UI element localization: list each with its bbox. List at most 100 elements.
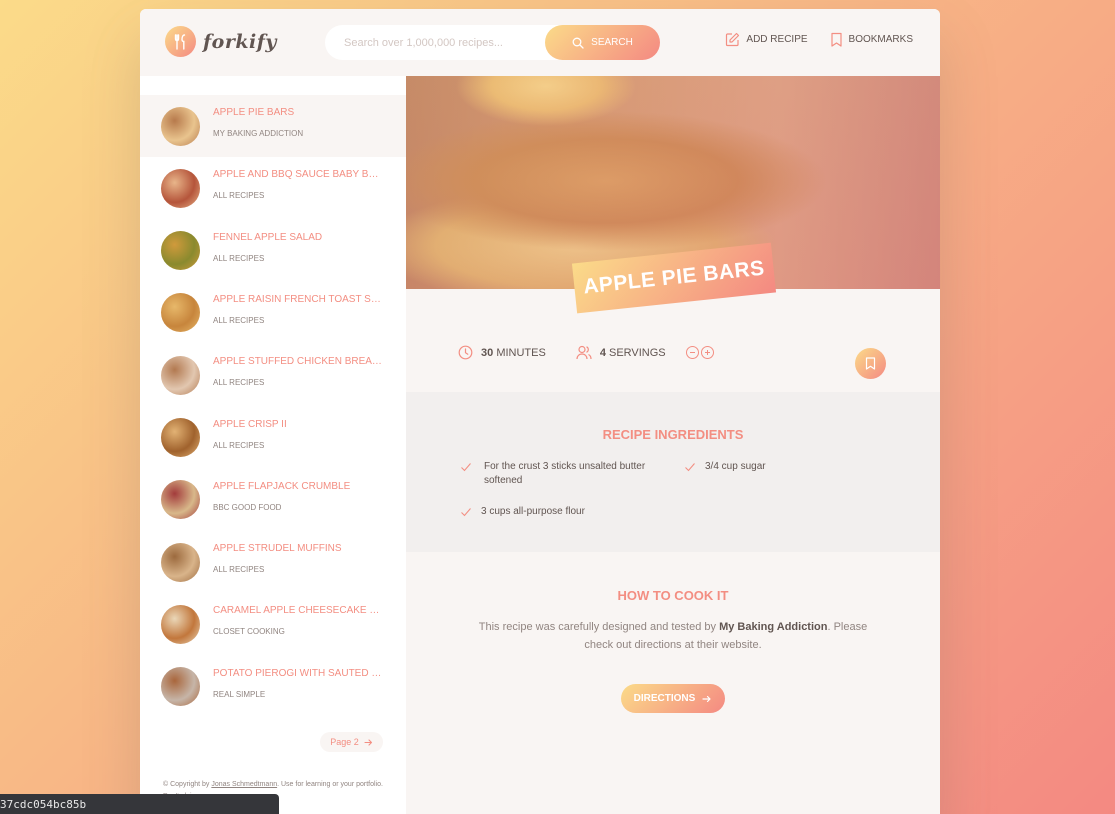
clock-icon [458,345,473,360]
how-heading: HOW TO COOK IT [617,588,729,603]
servings-buttons [685,346,714,359]
search-input[interactable] [344,36,554,49]
result-publisher: ALL RECIPES [213,378,265,388]
search-button[interactable]: SEARCH [545,25,660,60]
result-thumbnail [161,418,200,457]
directions-button[interactable]: DIRECTIONS [621,684,725,713]
result-thumbnail [161,106,200,146]
servings-unit: SERVINGS [609,346,666,359]
add-recipe-label: ADD RECIPE [746,34,808,45]
result-publisher: REAL SIMPLE [213,689,266,699]
cooking-time-unit: MINUTES [496,346,546,359]
search-icon [572,37,584,49]
directions-label: DIRECTIONS [633,693,696,704]
minus-icon [689,352,695,353]
recipe-publisher: My Baking Addiction [719,621,828,633]
logo[interactable]: forkify [165,26,277,57]
result-title: APPLE CRISP II [213,418,287,430]
servings-value: 4 [599,346,606,359]
users-icon [576,345,592,360]
result-title: CARAMEL APPLE CHEESECAKE B... [213,605,383,617]
bookmarks-label: BOOKMARKS [848,34,913,45]
result-publisher: ALL RECIPES [213,253,265,263]
result-thumbnail [161,542,200,582]
ingredient-item: 3/4 cup sugar [684,460,884,474]
copyright-prefix: © Copyright by [163,781,212,788]
recipe-details: 30 MINUTES 4 SERVINGS [458,345,714,360]
result-thumbnail [161,667,200,707]
ingredient-item: For the crust 3 sticks unsalted butter s… [460,460,675,488]
result-title: APPLE AND BBQ SAUCE BABY BA... [213,169,383,181]
result-title: APPLE FLAPJACK CRUMBLE [213,480,351,492]
next-page-button[interactable]: Page 2 [320,732,383,752]
result-title: APPLE STUFFED CHICKEN BREAST [213,356,383,368]
bookmark-icon [865,357,876,370]
status-bar: 37cdc054bc85b [0,794,279,814]
search-result-item[interactable]: APPLE CRISP II ALL RECIPES [140,407,406,469]
ingredients-heading: RECIPE INGREDIENTS [602,427,744,442]
search-form: SEARCH [325,25,660,60]
decrease-servings-button[interactable] [685,346,699,359]
how-to-cook: HOW TO COOK IT This recipe was carefully… [406,552,940,814]
result-publisher: ALL RECIPES [213,565,265,575]
header: forkify SEARCH ADD RECIPE [140,9,940,76]
status-url: 37cdc054bc85b [0,797,87,811]
ingredient-text: 3/4 cup sugar [705,461,766,472]
bookmark-recipe-button[interactable] [855,348,886,379]
check-icon [461,508,471,517]
result-title: FENNEL APPLE SALAD [213,231,323,243]
result-thumbnail [161,168,200,208]
recipe: APPLE PIE BARS 30 MINUTES 4 SERVINGS REC… [406,76,940,814]
result-thumbnail [161,293,200,333]
directions-prefix: This recipe was carefully designed and t… [478,621,720,633]
recipe-ingredients: RECIPE INGREDIENTS For the crust 3 stick… [406,392,940,552]
result-publisher: CLOSET COOKING [213,627,285,637]
result-publisher: BBC GOOD FOOD [213,502,282,512]
result-thumbnail [161,355,200,395]
plus-icon [704,350,710,355]
directions-text: This recipe was carefully designed and t… [471,618,875,654]
arrow-right-icon [702,695,711,702]
servings: 4 SERVINGS [576,345,714,360]
result-publisher: ALL RECIPES [213,191,265,201]
result-title: APPLE STRUDEL MUFFINS [213,543,342,555]
search-result-item[interactable]: CARAMEL APPLE CHEESECAKE B... CLOSET COOK… [140,593,406,655]
cooking-time-value: 30 [481,346,494,359]
search-result-item[interactable]: APPLE RAISIN FRENCH TOAST ST... ALL RECIP… [140,282,406,344]
search-result-item[interactable]: APPLE STRUDEL MUFFINS ALL RECIPES [140,531,406,593]
result-title: POTATO PIEROGI WITH SAUTED C... [213,667,383,679]
check-icon [685,463,695,472]
ingredient-text: For the crust 3 sticks unsalted butter s… [484,461,646,486]
result-publisher: ALL RECIPES [213,440,265,450]
search-result-item[interactable]: APPLE FLAPJACK CRUMBLE BBC GOOD FOOD [140,469,406,531]
ingredient-item: 3 cups all-purpose flour [460,505,675,519]
check-icon [461,463,471,472]
search-result-item[interactable]: APPLE PIE BARS MY BAKING ADDICTION [140,95,406,157]
arrow-right-icon [364,738,372,746]
bookmark-icon [830,32,842,47]
bookmarks-button[interactable]: BOOKMARKS [830,32,913,47]
recipe-title-text: APPLE PIE BARS [582,256,766,299]
add-recipe-button[interactable]: ADD RECIPE [725,32,808,47]
result-publisher: MY BAKING ADDICTION [213,129,304,138]
search-result-item[interactable]: POTATO PIEROGI WITH SAUTED C... REAL SIMP… [140,656,406,718]
result-thumbnail [161,480,200,520]
nav: ADD RECIPE BOOKMARKS [725,32,913,47]
search-result-item[interactable]: APPLE AND BBQ SAUCE BABY BA... ALL RECIPE… [140,157,406,219]
ingredient-text: 3 cups all-purpose flour [481,506,585,517]
logo-text: forkify [203,30,277,53]
result-title: APPLE RAISIN FRENCH TOAST ST... [213,293,383,305]
result-publisher: ALL RECIPES [213,315,265,325]
edit-icon [726,32,740,47]
app-container: forkify SEARCH ADD RECIPE [140,9,940,814]
author-link[interactable]: Jonas Schmedtmann [211,781,277,788]
search-result-item[interactable]: APPLE STUFFED CHICKEN BREAST ALL RECIPES [140,344,406,406]
search-result-item[interactable]: FENNEL APPLE SALAD ALL RECIPES [140,220,406,282]
next-page-label: Page 2 [330,737,359,747]
increase-servings-button[interactable] [700,346,714,359]
search-results: APPLE PIE BARS MY BAKING ADDICTION APPLE A… [140,76,406,814]
search-button-label: SEARCH [591,37,633,48]
fork-knife-icon [165,26,196,57]
result-title: APPLE PIE BARS [213,107,295,118]
result-thumbnail [161,604,200,644]
